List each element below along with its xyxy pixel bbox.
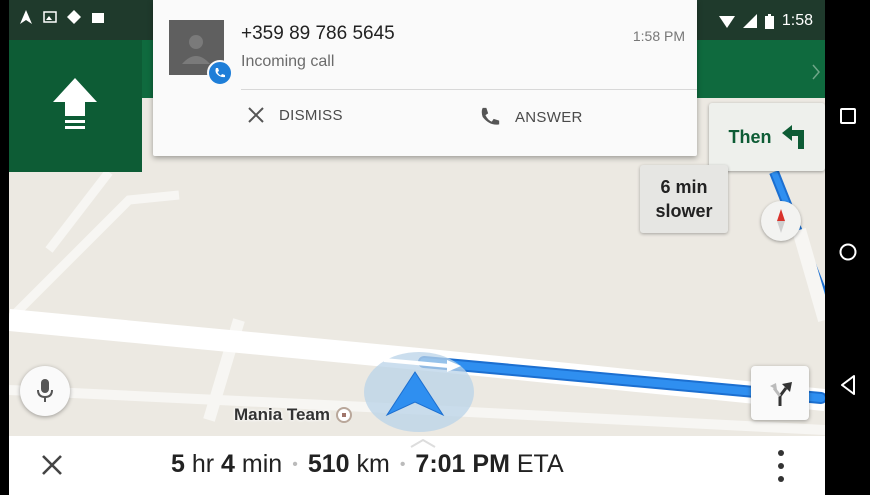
circle-icon [839, 243, 856, 261]
separator-dot: • [399, 456, 406, 474]
chevron-right-icon[interactable] [811, 64, 821, 80]
next-turn-box: Then [709, 103, 825, 171]
poi-icon [336, 407, 353, 423]
then-label: Then [728, 126, 772, 147]
alternate-route-label[interactable]: 6 min slower [640, 165, 728, 233]
call-badge [207, 60, 233, 86]
chevron-up-icon[interactable] [409, 438, 437, 448]
eta-label: ETA [516, 450, 564, 478]
trip-hours: 5 [171, 450, 185, 478]
photo-icon [92, 13, 104, 23]
recents-button[interactable] [825, 96, 870, 136]
turn-left-icon [781, 125, 804, 149]
slower-text: slower [655, 201, 713, 221]
trip-distance-unit: km [356, 450, 390, 478]
signal-icon [742, 14, 757, 28]
square-icon [839, 108, 856, 124]
poi-label: Mania Team [234, 405, 331, 424]
trip-minutes-unit: min [241, 450, 283, 478]
voice-search-button[interactable] [20, 366, 70, 416]
more-options-icon[interactable] [777, 450, 785, 482]
poi-marker[interactable]: Mania Team [234, 405, 353, 425]
directions-icon [67, 10, 81, 24]
incoming-call-notification[interactable]: +359 89 786 5645 Incoming call 1:58 PM D… [153, 0, 697, 156]
dismiss-button[interactable]: DISMISS [247, 106, 343, 124]
trip-minutes: 4 [221, 450, 235, 478]
battery-icon [764, 13, 774, 29]
back-triangle-icon [840, 375, 855, 395]
phone-icon [481, 107, 500, 125]
caller-number: +359 89 786 5645 [241, 23, 395, 44]
close-icon[interactable] [41, 454, 63, 476]
phone-icon [215, 68, 225, 78]
screen: 1:58 Then 6 min slower Mania Team 5 hr 4… [9, 0, 825, 495]
trip-hours-unit: hr [191, 450, 215, 478]
status-time: 1:58 [781, 12, 813, 29]
notification-time: 1:58 PM [632, 28, 685, 44]
compass-icon [777, 209, 785, 233]
separator-dot: • [292, 456, 298, 474]
dismiss-label: DISMISS [279, 106, 343, 124]
answer-label: ANSWER [515, 108, 583, 126]
wifi-icon [718, 16, 735, 28]
close-icon [248, 107, 264, 123]
trip-distance: 510 [307, 450, 350, 478]
microphone-icon [37, 379, 53, 402]
trip-summary-bar[interactable]: 5 hr 4 min • 510 km • 7:01 PM ETA [9, 436, 825, 495]
route-options-button[interactable] [751, 366, 809, 420]
fork-arrow-icon [770, 382, 792, 406]
eta-time: 7:01 PM [415, 450, 510, 478]
trip-summary: 5 hr 4 min • 510 km • 7:01 PM ETA [171, 450, 564, 479]
straight-arrow-icon [53, 78, 97, 129]
call-status: Incoming call [241, 53, 335, 70]
image-icon [43, 11, 57, 23]
slower-time: 6 min [660, 177, 708, 197]
home-button[interactable] [825, 232, 870, 272]
answer-button[interactable]: ANSWER [479, 106, 583, 128]
divider [241, 89, 697, 90]
back-button[interactable] [825, 365, 870, 405]
navigation-icon [20, 10, 32, 24]
maneuver-panel[interactable] [9, 40, 142, 172]
system-navigation-bar [825, 0, 870, 495]
status-right: 1:58 [718, 12, 813, 30]
status-left-icons [19, 10, 105, 24]
compass-button[interactable] [761, 201, 801, 241]
